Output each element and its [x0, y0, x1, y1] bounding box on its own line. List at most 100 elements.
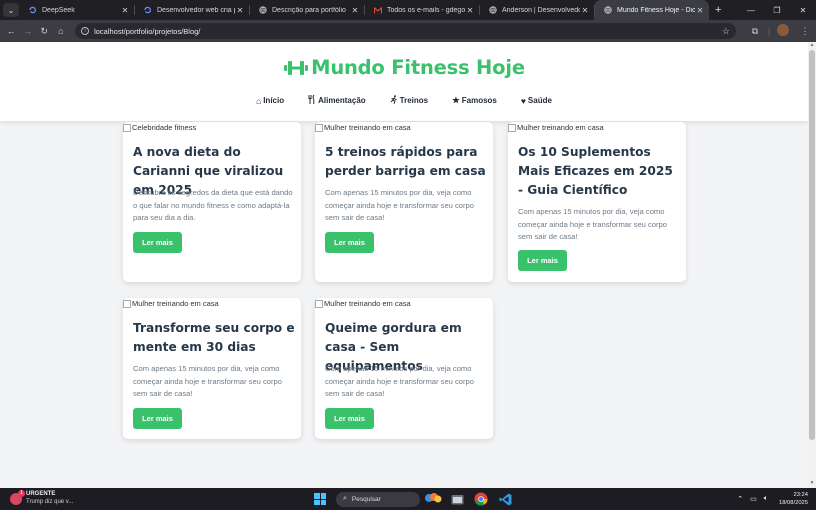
nav-item-inicio[interactable]: ⌂ Início	[256, 95, 284, 106]
heart-pulse-icon: ♥	[520, 95, 526, 106]
main-nav: ⌂ Início Alimentação Treinos ★ Famosos ♥ Sa…	[0, 94, 808, 106]
chevron-up-icon[interactable]: ⌃	[737, 495, 743, 503]
back-icon[interactable]: ←	[3, 21, 20, 41]
post-excerpt: Com apenas 15 minutos por dia, veja como…	[518, 207, 667, 242]
broken-image-icon	[123, 299, 131, 308]
globe-icon	[604, 6, 612, 14]
nav-item-alimentacao[interactable]: Alimentação	[308, 94, 366, 106]
close-window-icon[interactable]: ✕	[790, 0, 816, 20]
address-bar[interactable]: i localhost/portfolio/projetos/Blog/ ☆	[75, 23, 736, 39]
page-scrollbar[interactable]: ▲ ▼	[808, 42, 816, 488]
display-icon[interactable]: ▭	[750, 495, 757, 503]
post-image[interactable]: Mulher treinando em casa	[315, 123, 411, 132]
tab-title: Desenvolvedor web cria portfólio	[157, 6, 235, 14]
browser-tab[interactable]: Descrição para portfólio ✕	[249, 0, 364, 20]
close-icon[interactable]: ✕	[580, 6, 590, 15]
post-title[interactable]: 5 treinos rápidos para perder barriga em…	[325, 143, 487, 181]
tab-title: Todos os e-mails - gdegobl...	[387, 6, 465, 14]
close-icon[interactable]: ✕	[120, 6, 130, 15]
nav-item-treinos[interactable]: Treinos	[390, 95, 428, 106]
site-info-icon[interactable]: i	[81, 27, 90, 35]
broken-image-icon	[315, 299, 323, 308]
taskbar-search[interactable]: ⌕ Pesquisar	[336, 491, 420, 507]
window-controls: — ❐ ✕	[738, 0, 816, 20]
reload-icon[interactable]: ↻	[36, 21, 53, 41]
file-explorer-icon[interactable]	[446, 490, 468, 508]
post-excerpt: Com apenas 15 minutos por dia, veja como…	[325, 364, 474, 399]
forward-icon[interactable]: →	[20, 21, 37, 41]
post-title[interactable]: Os 10 Suplementos Mais Eficazes em 2025 …	[518, 143, 680, 200]
browser-menu-icon[interactable]: ⋮	[794, 26, 816, 37]
tab-title: Anderson | Desenvolvedor Fron	[502, 6, 580, 14]
home-icon: ⌂	[256, 95, 262, 106]
news-alert-icon	[10, 489, 25, 505]
profile-avatar[interactable]	[772, 24, 794, 38]
system-clock[interactable]: 23:24 18/08/2025	[779, 491, 808, 507]
read-more-button[interactable]: Ler mais	[133, 232, 182, 253]
scroll-up-arrow-icon[interactable]: ▲	[808, 42, 816, 50]
read-more-button[interactable]: Ler mais	[325, 408, 374, 429]
close-icon[interactable]: ✕	[350, 6, 360, 15]
tab-title: Descrição para portfólio	[272, 6, 346, 14]
new-tab-button[interactable]: +	[715, 4, 721, 16]
browser-tab[interactable]: Desenvolvedor web cria portfólio✕	[134, 0, 249, 20]
windows-start-icon[interactable]	[314, 493, 326, 505]
broken-image-icon	[123, 123, 131, 132]
chrome-icon[interactable]	[470, 490, 492, 508]
scroll-down-arrow-icon[interactable]: ▼	[808, 480, 816, 488]
nav-label: Treinos	[399, 96, 429, 105]
star-icon: ★	[452, 95, 460, 105]
home-button-icon[interactable]: ⌂	[53, 21, 70, 41]
post-card: Mulher treinando em casa Os 10 Suplement…	[508, 122, 686, 282]
image-alt-text: Mulher treinando em casa	[324, 299, 411, 308]
read-more-button[interactable]: Ler mais	[325, 232, 374, 253]
post-excerpt: Com apenas 15 minutos por dia, veja como…	[133, 364, 282, 399]
tab-search-button[interactable]: ⌄	[3, 3, 19, 17]
search-icon: ⌕	[343, 495, 347, 502]
image-alt-text: Mulher treinando em casa	[132, 299, 219, 308]
news-widget[interactable]: URGENTE Trump diz que v...	[10, 489, 74, 506]
close-icon[interactable]: ✕	[465, 6, 475, 15]
url-text[interactable]: localhost/portfolio/projetos/Blog/	[94, 27, 722, 36]
news-headline: Trump diz que v...	[26, 499, 74, 505]
site-title: Mundo Fitness Hoje	[311, 56, 525, 79]
post-image[interactable]: Mulher treinando em casa	[123, 299, 219, 308]
nav-label: Famosos	[461, 96, 497, 105]
broken-image-icon	[315, 123, 323, 132]
site-logo[interactable]: Mundo Fitness Hoje	[0, 56, 808, 79]
browser-tab[interactable]: Anderson | Desenvolvedor Fron✕	[479, 0, 594, 20]
post-card: Mulher treinando em casa Queime gordura …	[315, 298, 493, 439]
tab-title: Mundo Fitness Hoje - Dicas de	[617, 6, 695, 14]
post-excerpt: Com apenas 15 minutos por dia, veja como…	[325, 188, 474, 223]
system-tray: ⌃ ▭ 🔈︎ 23:24 18/08/2025	[737, 491, 808, 507]
volume-icon[interactable]: 🔈︎	[764, 495, 768, 503]
bookmark-star-icon[interactable]: ☆	[722, 26, 730, 37]
running-icon	[390, 95, 398, 106]
site-header: Mundo Fitness Hoje ⌂ Início Alimentação T…	[0, 42, 808, 121]
dumbbell-icon	[284, 61, 309, 75]
read-more-button[interactable]: Ler mais	[518, 250, 567, 271]
nav-item-saude[interactable]: ♥ Saúde	[521, 95, 552, 106]
nav-item-famosos[interactable]: ★ Famosos	[452, 95, 497, 106]
read-more-button[interactable]: Ler mais	[133, 408, 182, 429]
widgets-balloons-icon[interactable]	[422, 490, 444, 508]
maximize-icon[interactable]: ❐	[764, 0, 790, 20]
minimize-icon[interactable]: —	[738, 0, 764, 20]
browser-tab-active[interactable]: Mundo Fitness Hoje - Dicas de✕	[594, 0, 709, 20]
post-image[interactable]: Mulher treinando em casa	[508, 123, 604, 132]
globe-icon	[489, 6, 497, 14]
close-icon[interactable]: ✕	[235, 6, 245, 15]
post-image[interactable]: Celebridade fitness	[123, 123, 196, 132]
browser-tab[interactable]: DeepSeek ✕	[19, 0, 134, 20]
scrollbar-thumb[interactable]	[809, 50, 815, 440]
browser-tab[interactable]: Todos os e-mails - gdegobl...✕	[364, 0, 479, 20]
gmail-icon	[374, 6, 382, 14]
post-image[interactable]: Mulher treinando em casa	[315, 299, 411, 308]
post-card: Mulher treinando em casa Transforme seu …	[123, 298, 301, 439]
close-icon[interactable]: ✕	[695, 6, 705, 15]
post-title[interactable]: Transforme seu corpo e mente em 30 dias	[133, 319, 295, 357]
nav-label: Saúde	[527, 96, 552, 105]
post-card: Celebridade fitness A nova dieta do Cari…	[123, 122, 301, 282]
vscode-icon[interactable]	[494, 490, 516, 508]
extensions-icon[interactable]: ⧉	[744, 26, 766, 37]
